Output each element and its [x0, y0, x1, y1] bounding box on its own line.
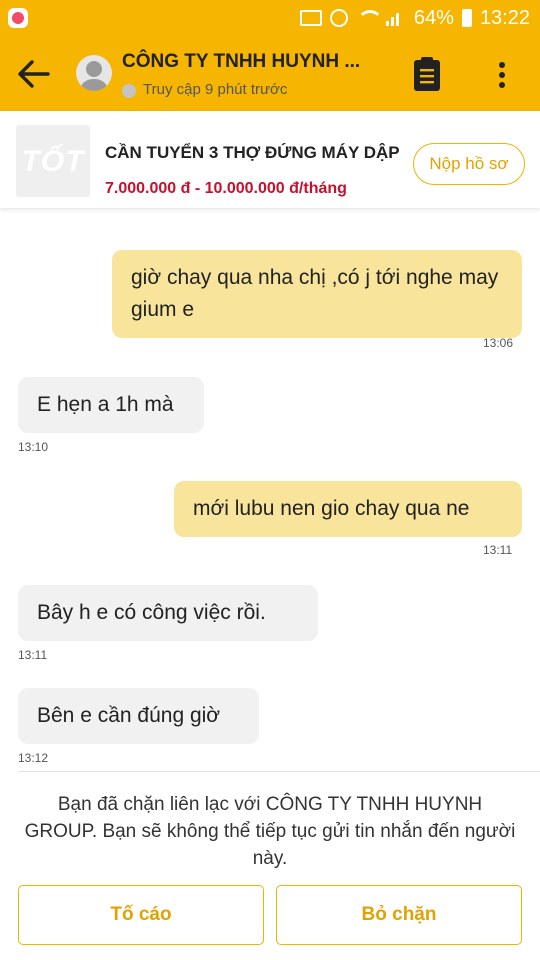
message-time: 13:10 — [18, 440, 49, 454]
report-button[interactable]: Tố cáo — [18, 885, 264, 945]
divider — [18, 771, 540, 772]
alarm-icon — [329, 9, 348, 27]
chat-header: CÔNG TY TNHH HUYNH ... Truy cập 9 phút t… — [0, 36, 540, 111]
wifi-icon — [356, 10, 383, 26]
job-logo: TỐT — [16, 125, 90, 197]
app-notification-icon — [8, 8, 28, 28]
unblock-button[interactable]: Bỏ chặn — [276, 885, 522, 945]
message-bubble-received[interactable]: Bây h e có công việc rồi. — [18, 585, 318, 641]
company-name[interactable]: CÔNG TY TNHH HUYNH ... — [122, 51, 360, 73]
status-bar: 64% 13:22 — [0, 0, 540, 36]
message-bubble-sent[interactable]: giờ chay qua nha chị ,có j tới nghe may … — [112, 250, 522, 338]
message-bubble-received[interactable]: E hẹn a 1h mà — [18, 377, 204, 433]
more-vertical-icon — [499, 62, 505, 68]
clipboard-icon — [414, 57, 440, 91]
battery-percent: 64% — [413, 6, 454, 29]
notes-button[interactable] — [412, 56, 442, 92]
avatar[interactable] — [76, 55, 112, 91]
presence-status: Truy cập 9 phút trước — [143, 81, 288, 98]
arrow-left-icon — [18, 60, 50, 88]
message-bubble-sent[interactable]: mới lubu nen gio chay qua ne — [174, 481, 522, 537]
cast-icon — [299, 10, 322, 26]
status-icons: 64% 13:22 — [299, 5, 530, 31]
message-bubble-received[interactable]: Bên e cần đúng giờ — [18, 688, 259, 744]
blocked-notice: Bạn đã chặn liên lạc với CÔNG TY TNHH HU… — [24, 794, 516, 869]
message-time: 13:12 — [18, 751, 49, 765]
battery-icon — [461, 9, 472, 27]
apply-button[interactable]: Nộp hồ sơ — [413, 143, 525, 185]
signal-icon — [385, 10, 406, 26]
clock: 13:22 — [479, 6, 530, 29]
job-salary: 7.000.000 đ - 10.000.000 đ/tháng — [105, 180, 347, 197]
logo-text: TỐT — [21, 145, 85, 178]
message-time: 13:11 — [483, 543, 513, 557]
chat-area[interactable]: giờ chay qua nha chị ,có j tới nghe may … — [0, 208, 540, 768]
more-options-button[interactable] — [488, 56, 516, 92]
back-button[interactable] — [14, 54, 54, 94]
message-time: 13:11 — [18, 648, 48, 662]
job-title: CẦN TUYỂN 3 THỢ ĐỨNG MÁY DẬP — [105, 143, 400, 162]
presence-dot — [122, 84, 136, 98]
message-time: 13:06 — [483, 336, 514, 350]
